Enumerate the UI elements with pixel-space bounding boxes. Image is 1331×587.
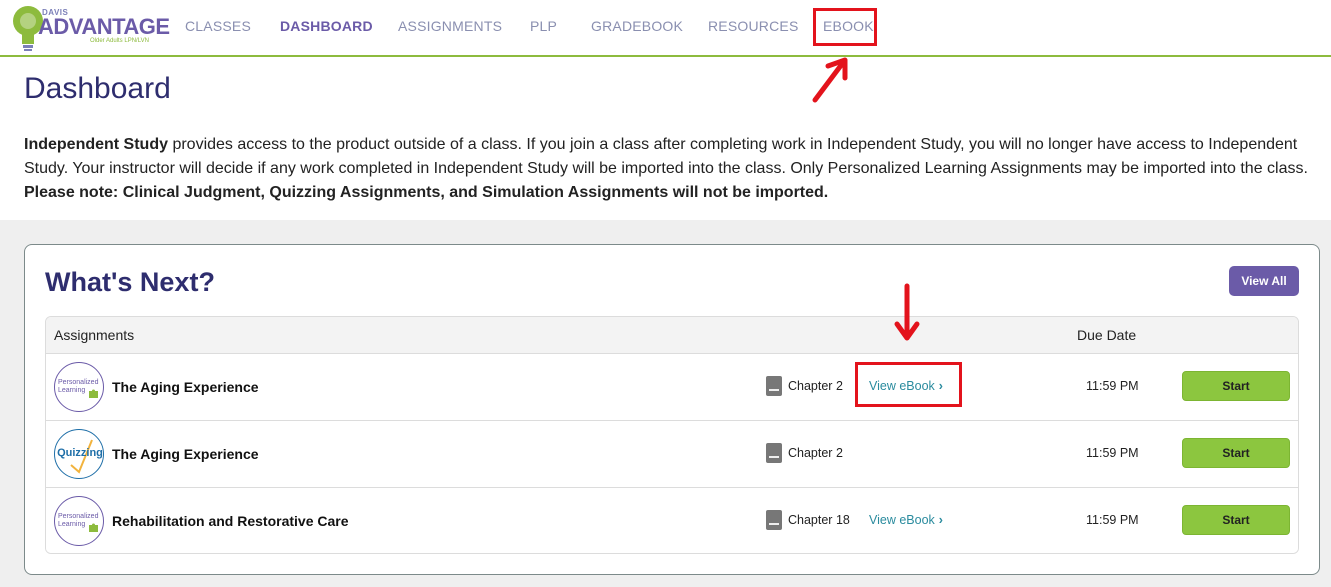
chapter-label: Chapter 2 (788, 379, 843, 393)
import-note: Please note: Clinical Judgment, Quizzing… (24, 184, 829, 201)
assignment-title[interactable]: The Aging Experience (112, 379, 259, 395)
intro-bold: Independent Study (24, 136, 168, 153)
nav-assignments[interactable]: ASSIGNMENTS (398, 18, 502, 34)
independent-study-info: Independent Study provides access to the… (24, 133, 1324, 205)
nav-dashboard[interactable]: DASHBOARD (280, 18, 373, 34)
book-icon (766, 376, 782, 396)
nav-plp[interactable]: PLP (530, 18, 557, 34)
annotation-box-ebook-nav (813, 8, 877, 46)
book-icon (766, 443, 782, 463)
page-title: Dashboard (24, 72, 171, 105)
davis-advantage-logo[interactable]: DAVIS ADVANTAGE Older Adults LPN/LVN (10, 2, 170, 54)
view-all-button[interactable]: View All (1229, 266, 1299, 296)
table-row: Personalized Learning Rehabilitation and… (46, 488, 1298, 553)
intro-text: provides access to the product outside o… (24, 136, 1308, 177)
view-ebook-label: View eBook (869, 513, 935, 527)
column-header-due-date: Due Date (1077, 327, 1137, 343)
logo-name: ADVANTAGE (38, 14, 170, 39)
annotation-arrow-up-icon (812, 57, 848, 103)
start-button[interactable]: Start (1182, 371, 1290, 401)
due-date: 11:59 PM (1086, 446, 1139, 460)
column-header-assignments: Assignments (54, 327, 135, 343)
chapter-label: Chapter 18 (788, 513, 850, 527)
start-button[interactable]: Start (1182, 438, 1290, 468)
chapter-label: Chapter 2 (788, 446, 843, 460)
due-date: 11:59 PM (1086, 513, 1139, 527)
assignment-title[interactable]: Rehabilitation and Restorative Care (112, 513, 349, 529)
badge-label: Quizzing (57, 447, 103, 459)
table-header: Assignments Due Date (46, 317, 1298, 354)
book-icon (766, 510, 782, 530)
whats-next-title: What's Next? (45, 267, 215, 297)
table-row: Quizzing The Aging Experience Chapter 2 … (46, 421, 1298, 488)
view-ebook-link[interactable]: View eBook › (869, 513, 943, 527)
nav-gradebook[interactable]: GRADEBOOK (591, 18, 683, 34)
due-date: 11:59 PM (1086, 379, 1139, 393)
annotation-box-view-ebook (855, 362, 962, 407)
assignment-title[interactable]: The Aging Experience (112, 446, 259, 462)
logo-subtitle: Older Adults LPN/LVN (90, 38, 149, 44)
quizzing-badge: Quizzing (54, 429, 104, 479)
table-row: Personalized Learning The Aging Experien… (46, 354, 1298, 421)
start-button[interactable]: Start (1182, 505, 1290, 535)
puzzle-icon (89, 389, 98, 398)
top-nav: DAVIS ADVANTAGE Older Adults LPN/LVN CLA… (0, 0, 1331, 57)
personalized-learning-badge: Personalized Learning (54, 362, 104, 412)
assignments-table: Assignments Due Date Personalized Learni… (45, 316, 1299, 554)
nav-classes[interactable]: CLASSES (185, 18, 251, 34)
puzzle-icon (89, 523, 98, 532)
chevron-right-icon: › (938, 513, 943, 527)
whats-next-card: What's Next? View All Assignments Due Da… (24, 244, 1320, 575)
nav-resources[interactable]: RESOURCES (708, 18, 798, 34)
annotation-arrow-down-icon (894, 283, 920, 341)
personalized-learning-badge: Personalized Learning (54, 496, 104, 546)
